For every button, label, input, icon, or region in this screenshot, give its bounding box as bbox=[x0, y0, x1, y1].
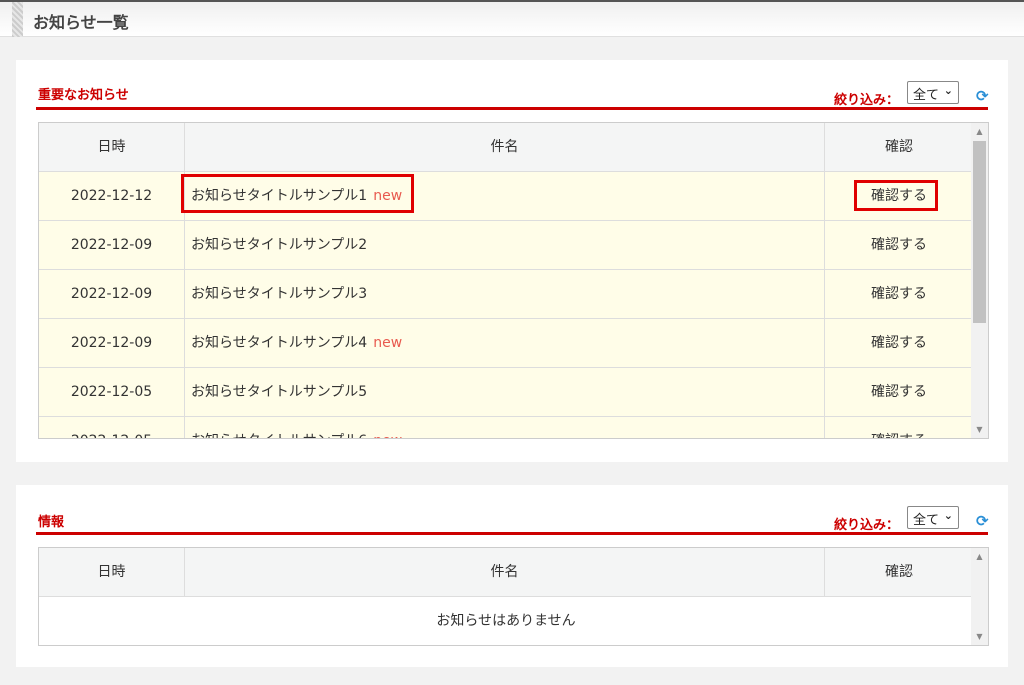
subject-cell[interactable]: お知らせタイトルサンプル5 bbox=[185, 368, 825, 416]
confirm-button[interactable]: 確認する bbox=[825, 417, 973, 438]
date-cell: 2022-12-09 bbox=[39, 221, 185, 269]
subject-link[interactable]: お知らせタイトルサンプル4 bbox=[191, 335, 367, 351]
subject-link[interactable]: お知らせタイトルサンプル6 bbox=[191, 433, 367, 438]
filter-label: 絞り込み： bbox=[834, 518, 900, 533]
scroll-down-icon[interactable]: ▼ bbox=[971, 632, 988, 641]
chevron-down-icon: ⌄ bbox=[943, 509, 953, 522]
filter-label: 絞り込み： bbox=[834, 93, 900, 108]
subject-link[interactable]: お知らせタイトルサンプル5 bbox=[191, 384, 367, 400]
section-divider bbox=[36, 107, 988, 110]
confirm-button[interactable]: 確認する bbox=[825, 368, 973, 416]
scrollbar-thumb[interactable] bbox=[973, 141, 986, 323]
date-cell: 2022-12-12 bbox=[39, 172, 185, 220]
refresh-icon[interactable]: ⟳ bbox=[976, 512, 989, 530]
chevron-down-icon: ⌄ bbox=[943, 84, 953, 97]
info-panel: 情報 絞り込み： 全て ⌄ ⟳ 日時 件名 確認 お知らせはありません ▲ ▼ bbox=[16, 485, 1008, 667]
column-header-subject: 件名 bbox=[185, 548, 825, 596]
table-header: 日時 件名 確認 bbox=[39, 548, 973, 597]
scroll-up-icon[interactable]: ▲ bbox=[971, 127, 988, 136]
section-divider bbox=[36, 532, 988, 535]
confirm-button[interactable]: 確認する bbox=[825, 319, 973, 367]
column-header-confirm: 確認 bbox=[885, 564, 913, 580]
confirm-button[interactable]: 確認する bbox=[825, 221, 973, 269]
subject-cell[interactable]: お知らせタイトルサンプル6 new bbox=[185, 417, 825, 438]
section-title: 重要なお知らせ bbox=[38, 88, 129, 103]
table-row: 2022-12-09 お知らせタイトルサンプル2 確認する bbox=[39, 221, 973, 270]
filter-select[interactable]: 全て ⌄ bbox=[907, 506, 959, 529]
header-stripe bbox=[12, 2, 23, 37]
column-header-confirm: 確認 bbox=[885, 139, 913, 155]
filter-value: 全て bbox=[913, 88, 940, 103]
table-row: 2022-12-12 お知らせタイトルサンプル1 new 確認する bbox=[39, 172, 973, 221]
refresh-icon[interactable]: ⟳ bbox=[976, 87, 989, 105]
info-table: 日時 件名 確認 お知らせはありません ▲ ▼ bbox=[38, 547, 989, 646]
subject-cell[interactable]: お知らせタイトルサンプル3 bbox=[185, 270, 825, 318]
new-badge: new bbox=[373, 433, 402, 438]
section-title: 情報 bbox=[38, 515, 65, 530]
table-row: 2022-12-09 お知らせタイトルサンプル3 確認する bbox=[39, 270, 973, 319]
subject-cell[interactable]: お知らせタイトルサンプル2 bbox=[185, 221, 825, 269]
new-badge: new bbox=[373, 335, 403, 351]
date-cell: 2022-12-09 bbox=[39, 270, 185, 318]
empty-message: お知らせはありません bbox=[436, 613, 576, 629]
subject-cell[interactable]: お知らせタイトルサンプル4 new bbox=[185, 319, 825, 367]
confirm-button[interactable]: 確認する bbox=[825, 270, 973, 318]
table-row: 2022-12-09 お知らせタイトルサンプル4 new 確認する bbox=[39, 319, 973, 368]
scrollbar[interactable]: ▲ ▼ bbox=[971, 548, 988, 645]
scrollbar[interactable]: ▲ ▼ bbox=[971, 123, 988, 438]
scroll-up-icon[interactable]: ▲ bbox=[971, 552, 988, 561]
column-header-date: 日時 bbox=[39, 548, 185, 596]
date-cell: 2022-12-05 bbox=[39, 417, 185, 438]
subject-link[interactable]: お知らせタイトルサンプル3 bbox=[191, 286, 367, 302]
page-header: お知らせ一覧 bbox=[0, 2, 1024, 37]
highlight-confirm-button bbox=[854, 180, 938, 211]
filter-select[interactable]: 全て ⌄ bbox=[907, 81, 959, 104]
table-row: 2022-12-05 お知らせタイトルサンプル5 確認する bbox=[39, 368, 973, 417]
date-cell: 2022-12-05 bbox=[39, 368, 185, 416]
subject-link[interactable]: お知らせタイトルサンプル2 bbox=[191, 237, 367, 253]
column-header-subject: 件名 bbox=[185, 123, 825, 171]
scroll-down-icon[interactable]: ▼ bbox=[971, 425, 988, 434]
table-row: 2022-12-05 お知らせタイトルサンプル6 new 確認する bbox=[39, 417, 973, 438]
important-table: 日時 件名 確認 2022-12-12 お知らせタイトルサンプル1 new 確認す… bbox=[38, 122, 989, 439]
page-title: お知らせ一覧 bbox=[33, 13, 129, 32]
filter-value: 全て bbox=[913, 513, 940, 528]
important-panel: 重要なお知らせ 絞り込み： 全て ⌄ ⟳ 日時 件名 確認 2022-12-12 … bbox=[16, 60, 1008, 462]
column-header-date: 日時 bbox=[39, 123, 185, 171]
highlight-subject bbox=[181, 174, 414, 213]
table-header: 日時 件名 確認 bbox=[39, 123, 973, 172]
date-cell: 2022-12-09 bbox=[39, 319, 185, 367]
